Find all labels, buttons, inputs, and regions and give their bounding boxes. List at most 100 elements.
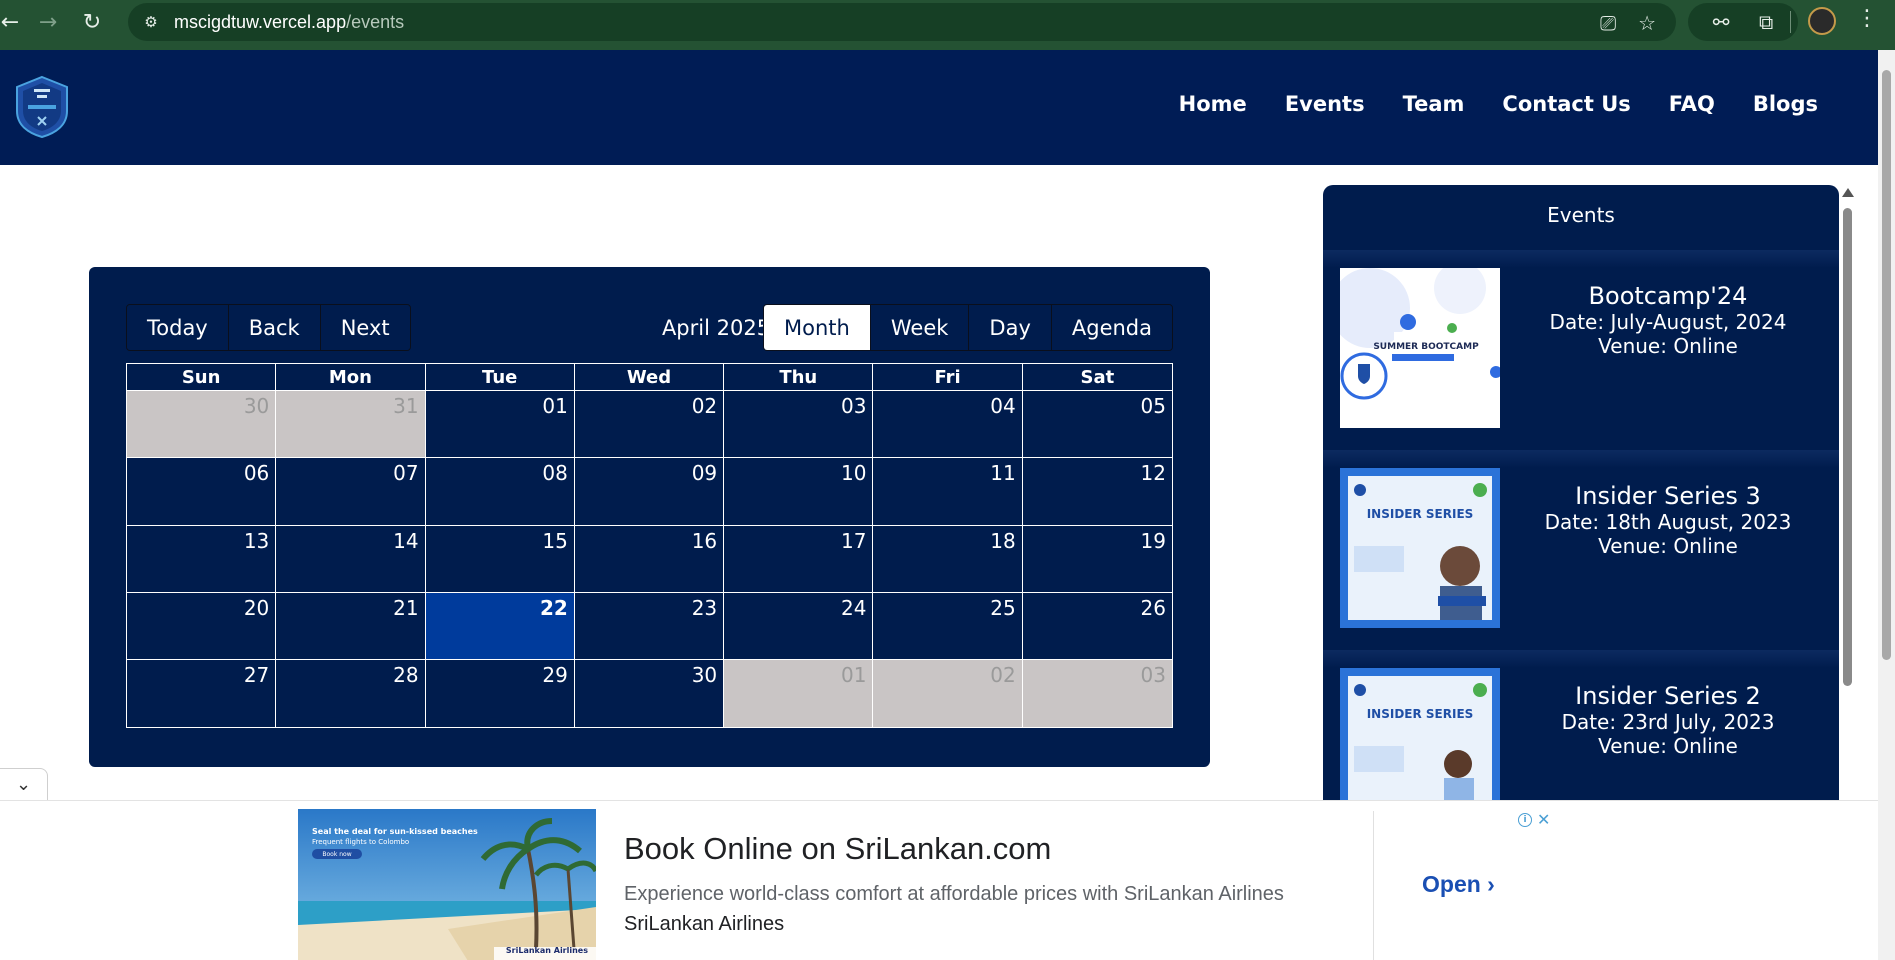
day-cell[interactable]: 23	[574, 592, 725, 660]
reload-icon[interactable]: ↻	[74, 4, 110, 40]
day-cell[interactable]: 08	[425, 458, 575, 525]
day-cell[interactable]: 15	[425, 525, 575, 592]
forward-arrow-icon[interactable]: →	[30, 4, 66, 40]
ad-banner[interactable]: Seal the deal for sun-kissed beaches Fre…	[0, 800, 1878, 960]
day-number[interactable]: 09	[692, 461, 717, 485]
day-cell[interactable]: 07	[276, 458, 426, 525]
day-cell[interactable]: 11	[873, 458, 1023, 525]
ad-info-icon[interactable]: i	[1518, 813, 1532, 827]
ad-open-button[interactable]: Open ›	[1422, 871, 1495, 898]
day-number[interactable]: 26	[1141, 596, 1166, 620]
day-cell[interactable]: 06	[127, 458, 277, 525]
next-button[interactable]: Next	[320, 305, 410, 350]
day-cell[interactable]: 20	[127, 592, 277, 660]
day-cell[interactable]: 04	[873, 391, 1023, 458]
event-name[interactable]: Bootcamp'24	[1513, 282, 1823, 310]
day-cell[interactable]: 02	[873, 660, 1023, 728]
event-thumbnail[interactable]: SUMMER BOOTCAMP	[1340, 268, 1500, 428]
ad-image[interactable]: Seal the deal for sun-kissed beaches Fre…	[298, 809, 596, 960]
day-number[interactable]: 28	[393, 663, 418, 687]
day-number[interactable]: 11	[990, 461, 1015, 485]
day-number[interactable]: 03	[841, 394, 866, 418]
nav-home[interactable]: Home	[1179, 92, 1247, 116]
day-cell[interactable]: 30	[127, 391, 277, 458]
day-cell[interactable]: 28	[276, 660, 426, 728]
day-cell[interactable]: 17	[724, 525, 874, 592]
day-number[interactable]: 15	[542, 529, 567, 553]
view-day-button[interactable]: Day	[969, 305, 1052, 350]
day-number[interactable]: 07	[393, 461, 418, 485]
day-number[interactable]: 31	[393, 394, 418, 418]
day-number[interactable]: 12	[1141, 461, 1166, 485]
day-number[interactable]: 30	[692, 663, 717, 687]
day-cell[interactable]: 01	[425, 391, 575, 458]
day-number[interactable]: 18	[990, 529, 1015, 553]
nav-team[interactable]: Team	[1403, 92, 1465, 116]
ad-collapse-tab[interactable]: ⌄	[0, 768, 48, 800]
day-number[interactable]: 21	[393, 596, 418, 620]
day-cell[interactable]: 10	[724, 458, 874, 525]
day-number[interactable]: 02	[990, 663, 1015, 687]
day-cell[interactable]: 03	[1022, 660, 1172, 728]
day-cell[interactable]: 13	[127, 525, 277, 592]
day-number[interactable]: 14	[393, 529, 418, 553]
day-number[interactable]: 19	[1141, 529, 1166, 553]
view-month-button[interactable]: Month	[764, 305, 871, 350]
day-number[interactable]: 30	[244, 394, 269, 418]
day-number[interactable]: 16	[692, 529, 717, 553]
day-number[interactable]: 27	[244, 663, 269, 687]
day-number[interactable]: 05	[1141, 394, 1166, 418]
day-cell[interactable]: 30	[574, 660, 725, 728]
day-number[interactable]: 23	[692, 596, 717, 620]
event-thumbnail[interactable]: INSIDER SERIES	[1340, 668, 1500, 802]
nav-blogs[interactable]: Blogs	[1753, 92, 1818, 116]
back-button[interactable]: Back	[228, 305, 321, 350]
day-cell[interactable]: 25	[873, 592, 1023, 660]
page-scrollbar-thumb[interactable]	[1882, 70, 1891, 660]
day-number[interactable]: 06	[244, 461, 269, 485]
day-cell[interactable]: 21	[276, 592, 426, 660]
day-number[interactable]: 03	[1141, 663, 1166, 687]
day-cell[interactable]: 12	[1022, 458, 1172, 525]
more-menu-icon[interactable]: ⋮	[1856, 6, 1878, 31]
back-arrow-icon[interactable]: ←	[0, 4, 28, 40]
ad-headline[interactable]: Book Online on SriLankan.com	[624, 831, 1051, 867]
day-cell[interactable]: 24	[724, 592, 874, 660]
day-cell[interactable]: 09	[574, 458, 725, 525]
day-cell[interactable]: 18	[873, 525, 1023, 592]
day-cell[interactable]: 16	[574, 525, 725, 592]
day-number[interactable]: 02	[692, 394, 717, 418]
event-thumbnail[interactable]: INSIDER SERIES	[1340, 468, 1500, 628]
day-number[interactable]: 29	[542, 663, 567, 687]
day-number[interactable]: 20	[244, 596, 269, 620]
day-number[interactable]: 13	[244, 529, 269, 553]
day-number[interactable]: 24	[841, 596, 866, 620]
address-bar[interactable]: ⚙ mscigdtuw.vercel.app/events ⎚ ☆	[128, 3, 1676, 41]
day-cell[interactable]: 26	[1022, 592, 1172, 660]
day-cell[interactable]: 14	[276, 525, 426, 592]
event-card[interactable]: SUMMER BOOTCAMP Bootcamp'24 Date: July-A…	[1323, 250, 1839, 450]
install-app-icon[interactable]: ⎚	[1600, 11, 1616, 35]
today-button[interactable]: Today	[127, 305, 229, 350]
day-number[interactable]: 17	[841, 529, 866, 553]
day-cell-today[interactable]: 22	[425, 592, 575, 660]
event-name[interactable]: Insider Series 2	[1513, 682, 1823, 710]
event-name[interactable]: Insider Series 3	[1513, 482, 1823, 510]
view-agenda-button[interactable]: Agenda	[1051, 305, 1172, 350]
bookmark-star-icon[interactable]: ☆	[1638, 11, 1656, 35]
nav-events[interactable]: Events	[1285, 92, 1365, 116]
day-number-today[interactable]: 22	[540, 596, 568, 620]
event-card[interactable]: INSIDER SERIES Insider Series 2 Date: 23…	[1323, 650, 1839, 802]
day-number[interactable]: 04	[990, 394, 1015, 418]
event-card[interactable]: INSIDER SERIES Insider Series 3 Date: 18…	[1323, 450, 1839, 650]
site-info-icon[interactable]: ⚙	[140, 11, 162, 33]
nav-faq[interactable]: FAQ	[1669, 92, 1715, 116]
day-cell[interactable]: 05	[1022, 391, 1172, 458]
day-number[interactable]: 25	[990, 596, 1015, 620]
day-number[interactable]: 10	[841, 461, 866, 485]
student-ambassador-logo-icon[interactable]	[14, 75, 70, 139]
day-cell[interactable]: 29	[425, 660, 575, 728]
url-text[interactable]: mscigdtuw.vercel.app/events	[174, 12, 404, 33]
extension-icon[interactable]: ⚯	[1713, 10, 1730, 34]
day-cell[interactable]: 27	[127, 660, 277, 728]
